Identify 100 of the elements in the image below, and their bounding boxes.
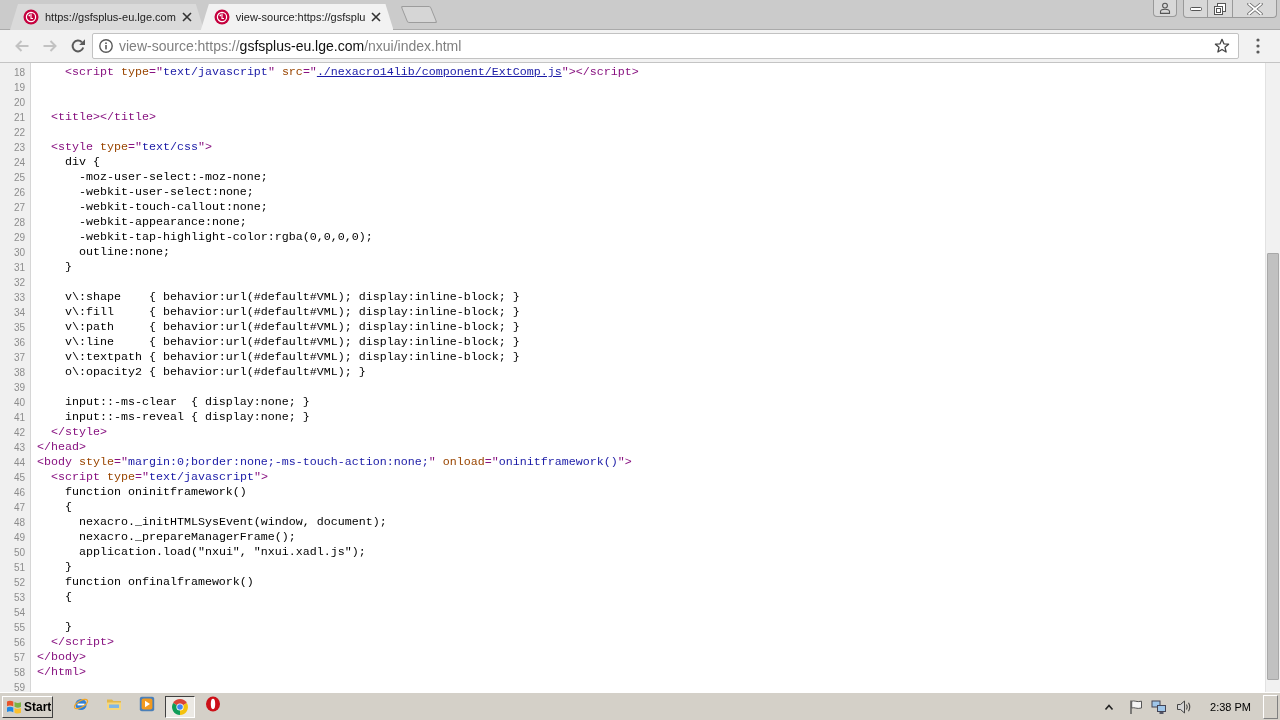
line-number: 57	[13, 652, 25, 663]
line-number: 37	[13, 352, 25, 363]
code-line: -webkit-appearance:none;	[79, 215, 247, 229]
line-number: 47	[13, 502, 25, 513]
line-number: 36	[13, 337, 25, 348]
star-icon[interactable]	[1214, 38, 1230, 54]
line-number: 44	[13, 457, 25, 468]
line-number: 38	[13, 367, 25, 378]
flag-icon[interactable]	[1128, 698, 1145, 715]
code-line: </head>	[37, 440, 86, 454]
chevron-up-icon[interactable]	[1104, 702, 1115, 711]
code-line: -moz-user-select:-moz-none;	[79, 170, 268, 184]
address-bar[interactable]: view-source:https://gsfsplus-eu.lge.com/nxui/index.html	[92, 33, 1239, 59]
info-icon[interactable]	[99, 39, 113, 53]
code-line: v\:shape { behavior:url(#default#VML); display:inline-block; }	[65, 290, 520, 304]
person-icon	[1159, 2, 1171, 14]
close-icon[interactable]	[371, 12, 382, 22]
code-line: function oninitframework()	[65, 485, 247, 499]
restore-button[interactable]	[1208, 0, 1233, 18]
code-line: <title></title>	[51, 110, 156, 124]
source-link[interactable]: ./nexacro14lib/component/ExtComp.js	[316, 65, 562, 79]
line-number: 28	[13, 217, 25, 228]
code-line: </body>	[37, 650, 86, 664]
code-line: {	[65, 500, 72, 514]
ring-icon	[205, 695, 221, 712]
line-number: 50	[13, 547, 25, 558]
code-line: -webkit-touch-callout:none;	[79, 200, 268, 214]
code-line: -webkit-user-select:none;	[79, 185, 254, 199]
code-line: <body style="margin:0;border:none;-ms-touch-action:none;" onload="oninitframework()">	[37, 455, 632, 469]
line-number: 46	[13, 487, 25, 498]
code-line: <style type="text/css">	[51, 140, 212, 154]
line-number: 39	[13, 382, 25, 393]
code-line: input::-ms-clear { display:none; }	[65, 395, 310, 409]
line-number: 48	[13, 517, 25, 528]
site-logo-icon	[23, 9, 39, 25]
code-line: function onfinalframework()	[65, 575, 254, 589]
line-number: 18	[13, 67, 25, 78]
browser-icon	[172, 698, 188, 715]
code-line: <script type="text/javascript" src="./nexacro14lib/component/ExtComp.js"></script>	[65, 65, 639, 79]
code-line: outline:none;	[79, 245, 170, 259]
line-number: 19	[13, 82, 25, 93]
scroll-thumb[interactable]	[1267, 253, 1279, 680]
browser-tab[interactable]: view-source:https://gsfsplu	[200, 4, 394, 30]
start-button[interactable]: Start	[2, 695, 53, 718]
line-number: 59	[13, 682, 25, 692]
line-number: 51	[13, 562, 25, 573]
code-line: </html>	[37, 665, 86, 679]
line-number: 49	[13, 532, 25, 543]
computer-icon[interactable]	[1151, 698, 1168, 715]
reload-icon[interactable]	[70, 38, 86, 54]
site-logo-icon	[213, 9, 230, 25]
code-line: }	[65, 260, 72, 274]
code-line: nexacro._initHTMLSysEvent(window, document);	[79, 515, 387, 529]
restore-icon	[1214, 2, 1226, 15]
code-line: application.load("nxui", "nxui.xadl.js");	[79, 545, 366, 559]
line-number: 21	[13, 112, 25, 123]
line-number: 52	[13, 577, 25, 588]
line-number: 40	[13, 397, 25, 408]
line-number: 35	[13, 322, 25, 333]
play-icon	[139, 695, 155, 712]
code-line: o\:opacity2 { behavior:url(#default#VML); }	[65, 365, 366, 379]
line-number: 22	[13, 127, 25, 138]
taskbar-button[interactable]	[165, 695, 195, 718]
code-line: v\:path { behavior:url(#default#VML); display:inline-block; }	[65, 320, 520, 334]
browser-tab[interactable]: https://gsfsplus-eu.lge.com	[10, 4, 204, 30]
code-line: }	[65, 560, 72, 574]
line-number: 45	[13, 472, 25, 483]
code-line: v\:fill { behavior:url(#default#VML); display:inline-block; }	[65, 305, 520, 319]
line-number: 42	[13, 427, 25, 438]
scrollbar[interactable]	[1265, 63, 1280, 692]
line-number: 23	[13, 142, 25, 153]
close-icon	[1246, 2, 1263, 15]
line-number: 33	[13, 292, 25, 303]
line-number: 31	[13, 262, 25, 273]
tray-clock: 2:38 PM	[1210, 700, 1251, 713]
code-line: input::-ms-reveal { display:none; }	[65, 410, 310, 424]
line-number: 55	[13, 622, 25, 633]
code-line: </script>	[51, 635, 114, 649]
waving-flag-icon	[6, 698, 22, 715]
code-line: -webkit-tap-highlight-color:rgba(0,0,0,0);	[79, 230, 373, 244]
code-line: v\:textpath { behavior:url(#default#VML); display:inline-block; }	[65, 350, 520, 364]
code-line: </style>	[51, 425, 107, 439]
close-button[interactable]	[1233, 0, 1277, 18]
line-number: 30	[13, 247, 25, 258]
line-number: 56	[13, 637, 25, 648]
minimize-button[interactable]	[1183, 0, 1208, 18]
line-number: 26	[13, 187, 25, 198]
line-number: 32	[13, 277, 25, 288]
line-number: 34	[13, 307, 25, 318]
line-number: 20	[13, 97, 25, 108]
line-number: 43	[13, 442, 25, 453]
code-line: v\:line { behavior:url(#default#VML); display:inline-block; }	[65, 335, 520, 349]
close-icon[interactable]	[181, 12, 192, 22]
code-line: <script type="text/javascript">	[51, 470, 268, 484]
line-number: 53	[13, 592, 25, 603]
profile-button[interactable]	[1153, 0, 1177, 17]
menu-icon[interactable]	[1256, 38, 1260, 54]
show-desktop-button[interactable]	[1263, 694, 1278, 719]
speaker-icon[interactable]	[1176, 698, 1193, 715]
line-number: 54	[13, 607, 25, 618]
